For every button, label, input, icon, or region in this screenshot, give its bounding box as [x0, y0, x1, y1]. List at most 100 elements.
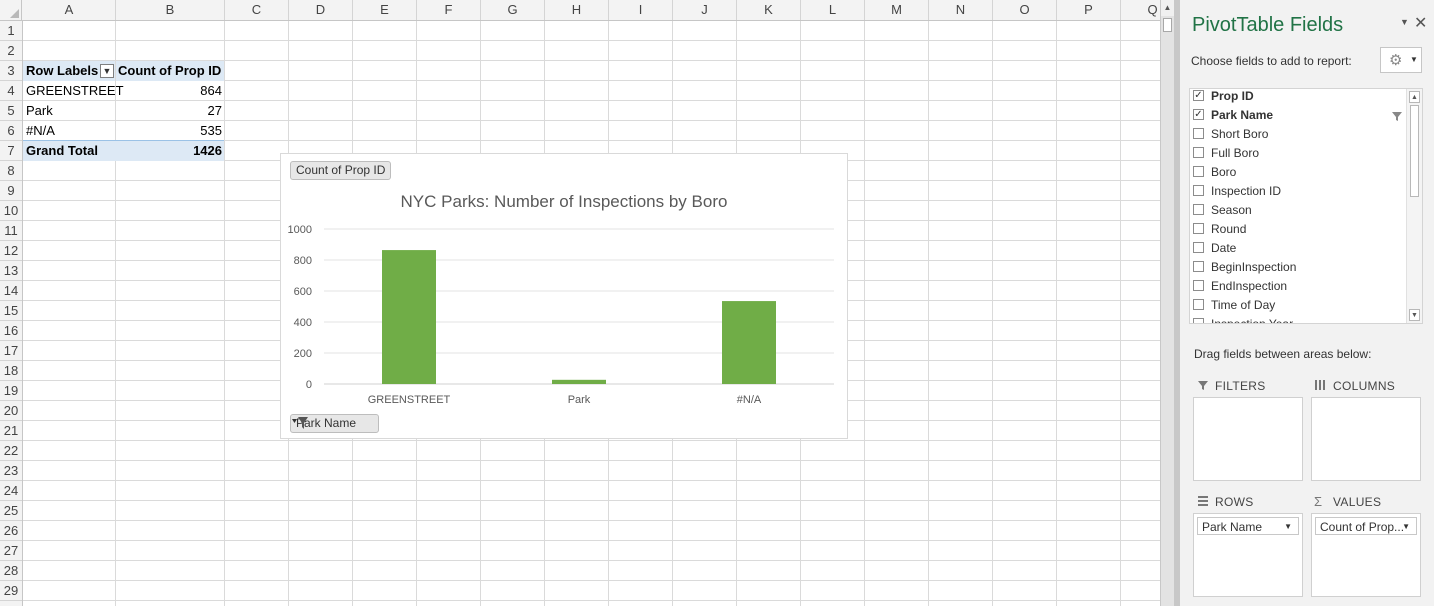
- row-header[interactable]: 29: [0, 581, 22, 601]
- field-checkbox[interactable]: [1193, 166, 1204, 177]
- field-item[interactable]: Date: [1193, 239, 1403, 258]
- rows-field-park-name[interactable]: Park Name ▼: [1197, 517, 1299, 535]
- field-checkbox[interactable]: [1193, 242, 1204, 253]
- row-header[interactable]: 3: [0, 61, 22, 81]
- column-header[interactable]: I: [609, 0, 673, 20]
- bar[interactable]: [552, 379, 606, 384]
- row-header[interactable]: 23: [0, 461, 22, 481]
- row-header[interactable]: 28: [0, 561, 22, 581]
- values-field-count-of-prop-id[interactable]: Count of Prop... ▼: [1315, 517, 1417, 535]
- row-header[interactable]: 15: [0, 301, 22, 321]
- field-item[interactable]: Season: [1193, 201, 1403, 220]
- column-header[interactable]: E: [353, 0, 417, 20]
- columns-drop-area[interactable]: [1311, 397, 1421, 481]
- field-checkbox[interactable]: [1193, 318, 1204, 323]
- pivot-value-header[interactable]: Count of Prop ID: [116, 61, 224, 81]
- row-header[interactable]: 1: [0, 21, 22, 41]
- field-list[interactable]: ✓ Prop ID ✓ Park Name Short Boro Full Boro Bor…: [1189, 88, 1423, 324]
- filter-icon[interactable]: [1391, 110, 1403, 122]
- row-header[interactable]: 10: [0, 201, 22, 221]
- column-header[interactable]: J: [673, 0, 737, 20]
- row-header[interactable]: 18: [0, 361, 22, 381]
- sheet-vertical-scrollbar[interactable]: ▲: [1160, 0, 1174, 606]
- row-header[interactable]: 12: [0, 241, 22, 261]
- column-header[interactable]: Q: [1121, 0, 1160, 20]
- pivot-row-label[interactable]: #N/A: [26, 121, 55, 141]
- column-header[interactable]: N: [929, 0, 993, 20]
- row-header[interactable]: 21: [0, 421, 22, 441]
- row-labels-filter-button[interactable]: ▼: [100, 64, 114, 78]
- row-header[interactable]: 26: [0, 521, 22, 541]
- chart-plot-area[interactable]: 0 200 400 600 800 1000 GREENSTREET Park #N/A: [281, 154, 847, 438]
- field-checkbox[interactable]: ✓: [1193, 90, 1204, 101]
- column-header[interactable]: O: [993, 0, 1057, 20]
- row-header[interactable]: 25: [0, 501, 22, 521]
- field-checkbox[interactable]: [1193, 147, 1204, 158]
- field-item[interactable]: Inspection ID: [1193, 182, 1403, 201]
- field-item[interactable]: Time of Day: [1193, 296, 1403, 315]
- tools-button[interactable]: ⚙ ▼: [1380, 47, 1422, 73]
- row-header[interactable]: 24: [0, 481, 22, 501]
- row-header[interactable]: 20: [0, 401, 22, 421]
- pivot-row-label[interactable]: GREENSTREET: [26, 81, 124, 101]
- bar[interactable]: [722, 301, 776, 384]
- field-checkbox[interactable]: [1193, 185, 1204, 196]
- axis-field-button[interactable]: Park Name: [290, 414, 380, 433]
- pivot-chart[interactable]: Count of Prop ID NYC Parks: Number of In…: [280, 153, 848, 439]
- field-checkbox[interactable]: [1193, 223, 1204, 234]
- column-header[interactable]: H: [545, 0, 609, 20]
- scroll-up-arrow-icon[interactable]: ▲: [1161, 0, 1174, 16]
- bar[interactable]: [382, 250, 436, 384]
- field-item[interactable]: ✓ Park Name: [1193, 106, 1403, 125]
- pivot-row-value[interactable]: 27: [116, 101, 222, 121]
- field-checkbox[interactable]: [1193, 299, 1204, 310]
- field-checkbox[interactable]: [1193, 128, 1204, 139]
- row-header[interactable]: 2: [0, 41, 22, 61]
- row-header[interactable]: 27: [0, 541, 22, 561]
- field-list-scrollbar[interactable]: ▲ ▼: [1406, 89, 1422, 323]
- column-header[interactable]: L: [801, 0, 865, 20]
- field-checkbox[interactable]: [1193, 261, 1204, 272]
- rows-drop-area[interactable]: Park Name ▼: [1193, 513, 1303, 597]
- row-header[interactable]: 6: [0, 121, 22, 141]
- column-header[interactable]: A: [23, 0, 116, 20]
- column-header[interactable]: P: [1057, 0, 1121, 20]
- column-header[interactable]: M: [865, 0, 929, 20]
- field-item[interactable]: ✓ Prop ID: [1193, 89, 1403, 106]
- row-header[interactable]: 22: [0, 441, 22, 461]
- scroll-up-arrow-icon[interactable]: ▲: [1409, 91, 1420, 103]
- row-header[interactable]: 11: [0, 221, 22, 241]
- chevron-down-icon[interactable]: ▼: [1284, 518, 1292, 536]
- row-header[interactable]: 7: [0, 141, 22, 161]
- field-item[interactable]: Full Boro: [1193, 144, 1403, 163]
- row-header[interactable]: 16: [0, 321, 22, 341]
- row-header[interactable]: 8: [0, 161, 22, 181]
- field-item[interactable]: EndInspection: [1193, 277, 1403, 296]
- scrollbar-thumb[interactable]: [1410, 105, 1419, 197]
- field-checkbox[interactable]: ✓: [1193, 109, 1204, 120]
- pivot-row-value[interactable]: 535: [116, 121, 222, 141]
- values-drop-area[interactable]: Count of Prop... ▼: [1311, 513, 1421, 597]
- chevron-down-icon[interactable]: ▼: [1400, 17, 1409, 27]
- field-item[interactable]: Inspection Year: [1193, 315, 1403, 323]
- row-header[interactable]: 13: [0, 261, 22, 281]
- row-header[interactable]: 4: [0, 81, 22, 101]
- row-header[interactable]: 9: [0, 181, 22, 201]
- column-header[interactable]: B: [116, 0, 225, 20]
- row-header[interactable]: 19: [0, 381, 22, 401]
- row-header[interactable]: 14: [0, 281, 22, 301]
- field-item[interactable]: Round: [1193, 220, 1403, 239]
- field-item[interactable]: Short Boro: [1193, 125, 1403, 144]
- column-header[interactable]: F: [417, 0, 481, 20]
- row-header[interactable]: 5: [0, 101, 22, 121]
- column-header[interactable]: K: [737, 0, 801, 20]
- column-header[interactable]: C: [225, 0, 289, 20]
- column-header[interactable]: D: [289, 0, 353, 20]
- close-icon[interactable]: ✕: [1414, 13, 1427, 33]
- pivot-row-value[interactable]: 864: [116, 81, 222, 101]
- select-all-corner[interactable]: [0, 0, 22, 20]
- field-item[interactable]: BeginInspection: [1193, 258, 1403, 277]
- field-checkbox[interactable]: [1193, 280, 1204, 291]
- scrollbar-thumb[interactable]: [1163, 18, 1172, 32]
- field-checkbox[interactable]: [1193, 204, 1204, 215]
